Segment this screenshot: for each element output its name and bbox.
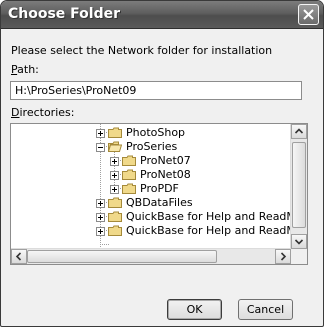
- path-label: Path:: [11, 63, 39, 76]
- scroll-down-button[interactable]: [291, 234, 307, 249]
- open-folder-icon: [108, 141, 122, 152]
- ok-button[interactable]: OK: [167, 299, 222, 320]
- expand-icon[interactable]: [96, 213, 105, 222]
- horizontal-scrollbar[interactable]: [11, 248, 291, 264]
- tree-item-qbdatafiles[interactable]: QBDataFiles: [11, 196, 291, 210]
- cancel-button[interactable]: Cancel: [238, 299, 293, 320]
- folder-icon: [108, 197, 122, 208]
- directory-tree[interactable]: PhotoShop ProSeries ProNet07 ProNet08 Pr: [10, 123, 308, 265]
- folder-icon: [122, 183, 136, 194]
- tree-item-label: QuickBase for Help and ReadMe files: [126, 224, 307, 237]
- arrow-down-icon: [294, 239, 304, 245]
- expand-icon[interactable]: [110, 157, 119, 166]
- dialog-body: Please select the Network folder for ins…: [4, 29, 320, 323]
- tree-item-label: QuickBase for Help and ReadMe files: [126, 210, 307, 223]
- window-title: Choose Folder: [8, 6, 121, 22]
- tree-item-quickbase-help-1[interactable]: QuickBase for Help and ReadMe files: [11, 210, 307, 224]
- tree-item-label: ProNet07: [140, 154, 191, 167]
- close-icon: [303, 9, 314, 20]
- tree-item-proseries[interactable]: ProSeries: [11, 140, 291, 154]
- tree-item-label: ProSeries: [126, 140, 178, 153]
- tree-item-pronet08[interactable]: ProNet08: [11, 168, 291, 182]
- expand-icon[interactable]: [110, 185, 119, 194]
- tree-item-label: ProNet08: [140, 168, 191, 181]
- path-label-rest: ath:: [17, 63, 39, 76]
- directories-label-rest: irectories:: [19, 106, 75, 119]
- tree-item-label: PhotoShop: [126, 126, 186, 139]
- directories-label: Directories:: [11, 106, 74, 119]
- collapse-icon[interactable]: [96, 143, 105, 152]
- expand-icon[interactable]: [96, 129, 105, 138]
- tree-item-propdf[interactable]: ProPDF: [11, 182, 291, 196]
- folder-icon: [108, 225, 122, 236]
- tree-item-pronet07[interactable]: ProNet07: [11, 154, 291, 168]
- horizontal-scroll-thumb[interactable]: [27, 250, 217, 263]
- arrow-left-icon: [15, 252, 22, 261]
- tree-item-label: ProPDF: [140, 182, 179, 195]
- scroll-right-button[interactable]: [275, 249, 291, 264]
- folder-icon: [122, 155, 136, 166]
- tree-item-quickbase-help-2[interactable]: QuickBase for Help and ReadMe files: [11, 224, 307, 238]
- folder-icon: [122, 169, 136, 180]
- folder-icon: [108, 127, 122, 138]
- folder-icon: [108, 211, 122, 222]
- path-input[interactable]: [10, 81, 302, 100]
- expand-icon[interactable]: [110, 171, 119, 180]
- vertical-scrollbar[interactable]: [290, 124, 307, 249]
- arrow-right-icon: [280, 252, 287, 261]
- scroll-up-button[interactable]: [291, 124, 307, 139]
- scrollbar-corner: [291, 249, 307, 264]
- tree-item-label: QBDataFiles: [126, 196, 193, 209]
- tree-item-photoshop[interactable]: PhotoShop: [11, 126, 291, 140]
- title-bar[interactable]: Choose Folder: [1, 1, 323, 29]
- choose-folder-dialog: Choose Folder Please select the Network …: [0, 0, 324, 327]
- scroll-left-button[interactable]: [11, 249, 27, 264]
- expand-icon[interactable]: [96, 199, 105, 208]
- vertical-scroll-thumb[interactable]: [292, 142, 306, 228]
- expand-icon[interactable]: [96, 227, 105, 236]
- close-button[interactable]: [298, 4, 319, 25]
- instruction-text: Please select the Network folder for ins…: [11, 44, 273, 57]
- arrow-up-icon: [294, 128, 304, 134]
